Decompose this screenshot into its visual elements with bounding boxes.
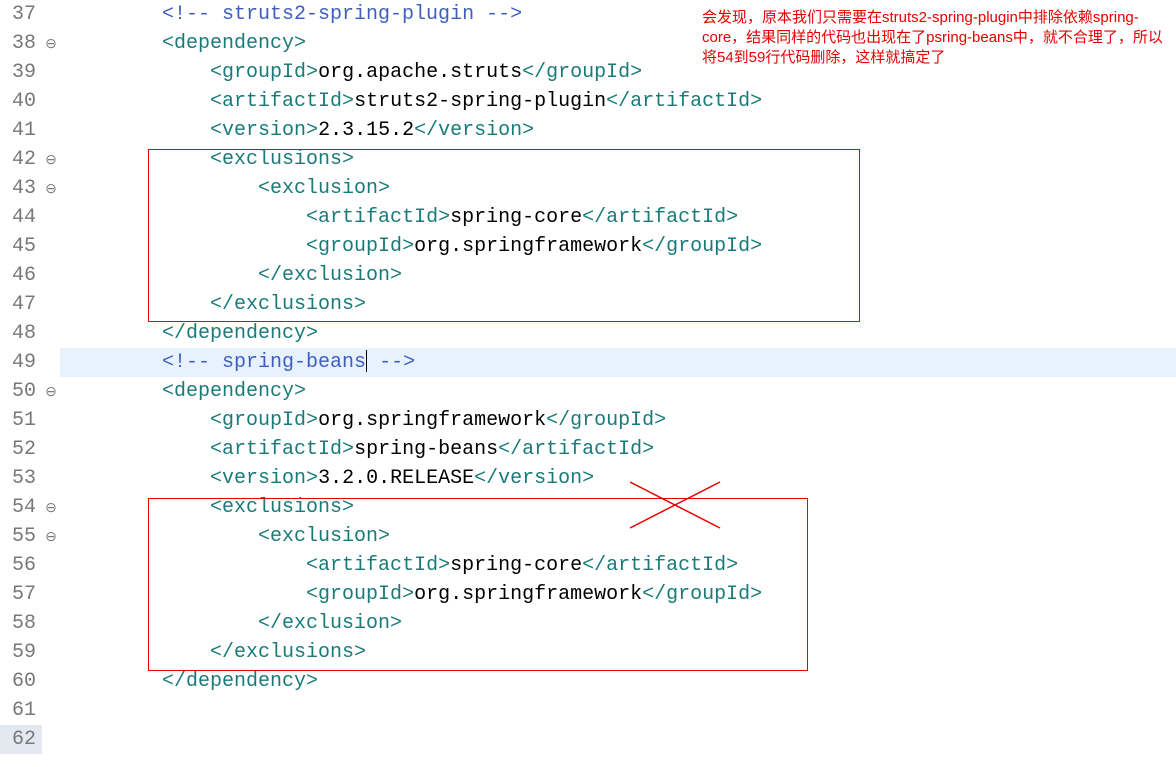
- line-number: 60: [0, 667, 42, 696]
- line-number: 45: [0, 232, 42, 261]
- line-number: 40: [0, 87, 42, 116]
- code-line[interactable]: 40 <artifactId>struts2-spring-plugin</ar…: [0, 87, 1176, 116]
- line-number: 37: [0, 0, 42, 29]
- fold-toggle-icon[interactable]: ⊖: [42, 377, 60, 406]
- line-number: 51: [0, 406, 42, 435]
- code-text[interactable]: <exclusions>: [60, 493, 1176, 522]
- line-number: 39: [0, 58, 42, 87]
- line-number: 56: [0, 551, 42, 580]
- line-number: 55: [0, 522, 42, 551]
- code-text[interactable]: <version>2.3.15.2</version>: [60, 116, 1176, 145]
- fold-toggle-icon[interactable]: ⊖: [42, 174, 60, 203]
- code-line[interactable]: 43⊖ <exclusion>: [0, 174, 1176, 203]
- code-text[interactable]: <groupId>org.springframework</groupId>: [60, 406, 1176, 435]
- code-text[interactable]: <groupId>org.springframework</groupId>: [60, 232, 1176, 261]
- code-text[interactable]: <!-- spring-beans -->: [60, 348, 1176, 377]
- line-number: 50: [0, 377, 42, 406]
- code-line[interactable]: 51 <groupId>org.springframework</groupId…: [0, 406, 1176, 435]
- code-line[interactable]: 57 <groupId>org.springframework</groupId…: [0, 580, 1176, 609]
- code-line[interactable]: 55⊖ <exclusion>: [0, 522, 1176, 551]
- code-line[interactable]: 50⊖ <dependency>: [0, 377, 1176, 406]
- code-line[interactable]: 61: [0, 696, 1176, 725]
- code-line[interactable]: 47 </exclusions>: [0, 290, 1176, 319]
- code-line[interactable]: 62: [0, 725, 1176, 754]
- fold-toggle-icon[interactable]: ⊖: [42, 145, 60, 174]
- code-text[interactable]: </exclusion>: [60, 261, 1176, 290]
- fold-toggle-icon[interactable]: ⊖: [42, 493, 60, 522]
- line-number: 48: [0, 319, 42, 348]
- code-text[interactable]: <dependency>: [60, 377, 1176, 406]
- code-line[interactable]: 41 <version>2.3.15.2</version>: [0, 116, 1176, 145]
- line-number: 47: [0, 290, 42, 319]
- code-line[interactable]: 58 </exclusion>: [0, 609, 1176, 638]
- fold-toggle-icon[interactable]: ⊖: [42, 29, 60, 58]
- line-number: 46: [0, 261, 42, 290]
- code-text[interactable]: </dependency>: [60, 319, 1176, 348]
- code-line[interactable]: 45 <groupId>org.springframework</groupId…: [0, 232, 1176, 261]
- code-text[interactable]: <exclusion>: [60, 174, 1176, 203]
- code-text[interactable]: <artifactId>spring-core</artifactId>: [60, 203, 1176, 232]
- line-number: 53: [0, 464, 42, 493]
- code-text[interactable]: </exclusions>: [60, 638, 1176, 667]
- code-line[interactable]: 54⊖ <exclusions>: [0, 493, 1176, 522]
- line-number: 61: [0, 696, 42, 725]
- code-editor[interactable]: 37 <!-- struts2-spring-plugin -->38⊖ <de…: [0, 0, 1176, 754]
- code-text[interactable]: <groupId>org.springframework</groupId>: [60, 580, 1176, 609]
- code-text[interactable]: <artifactId>struts2-spring-plugin</artif…: [60, 87, 1176, 116]
- code-text[interactable]: <version>3.2.0.RELEASE</version>: [60, 464, 1176, 493]
- line-number: 57: [0, 580, 42, 609]
- code-line[interactable]: 42⊖ <exclusions>: [0, 145, 1176, 174]
- line-number: 59: [0, 638, 42, 667]
- fold-toggle-icon[interactable]: ⊖: [42, 522, 60, 551]
- line-number: 43: [0, 174, 42, 203]
- code-line[interactable]: 44 <artifactId>spring-core</artifactId>: [0, 203, 1176, 232]
- code-text[interactable]: </exclusions>: [60, 290, 1176, 319]
- line-number: 58: [0, 609, 42, 638]
- code-text[interactable]: </exclusion>: [60, 609, 1176, 638]
- code-line[interactable]: 46 </exclusion>: [0, 261, 1176, 290]
- code-line[interactable]: 56 <artifactId>spring-core</artifactId>: [0, 551, 1176, 580]
- code-line[interactable]: 60 </dependency>: [0, 667, 1176, 696]
- line-number: 41: [0, 116, 42, 145]
- line-number: 49: [0, 348, 42, 377]
- line-number: 42: [0, 145, 42, 174]
- code-line[interactable]: 49 <!-- spring-beans -->: [0, 348, 1176, 377]
- annotation-text: 会发现，原本我们只需要在struts2-spring-plugin中排除依赖sp…: [702, 8, 1172, 68]
- code-text[interactable]: <artifactId>spring-core</artifactId>: [60, 551, 1176, 580]
- code-line[interactable]: 53 <version>3.2.0.RELEASE</version>: [0, 464, 1176, 493]
- line-number: 38: [0, 29, 42, 58]
- code-line[interactable]: 59 </exclusions>: [0, 638, 1176, 667]
- code-text[interactable]: <exclusions>: [60, 145, 1176, 174]
- line-number: 52: [0, 435, 42, 464]
- line-number: 54: [0, 493, 42, 522]
- code-text[interactable]: <artifactId>spring-beans</artifactId>: [60, 435, 1176, 464]
- line-number: 62: [0, 725, 42, 754]
- code-text[interactable]: </dependency>: [60, 667, 1176, 696]
- line-number: 44: [0, 203, 42, 232]
- code-text[interactable]: <exclusion>: [60, 522, 1176, 551]
- code-line[interactable]: 52 <artifactId>spring-beans</artifactId>: [0, 435, 1176, 464]
- code-line[interactable]: 48 </dependency>: [0, 319, 1176, 348]
